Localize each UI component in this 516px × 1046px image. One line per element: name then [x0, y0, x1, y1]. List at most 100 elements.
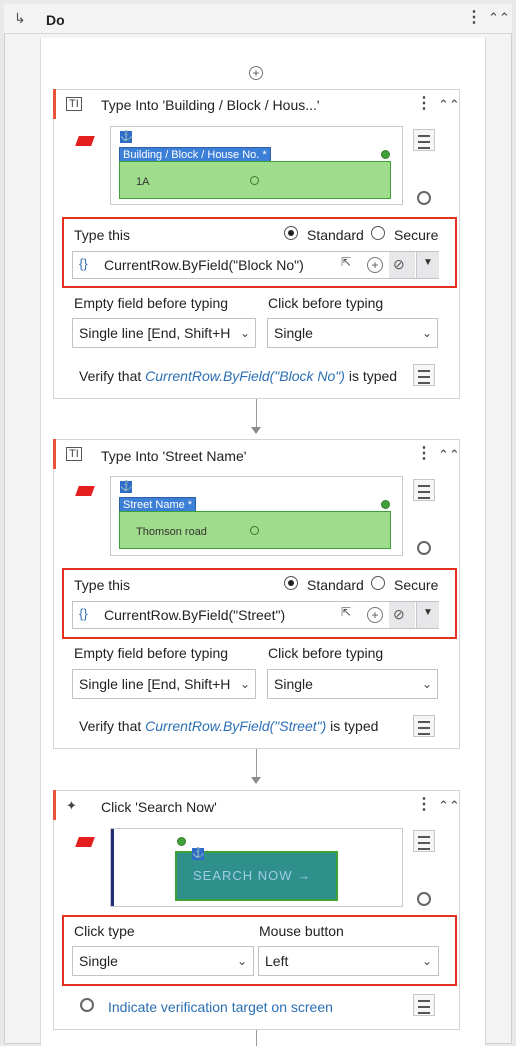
- activity-collapse-icon[interactable]: ⌃⌃: [438, 798, 460, 814]
- empty-field-value: Single line [End, Shift+H: [79, 325, 231, 341]
- activity-more-options-icon[interactable]: ⋮: [416, 446, 432, 462]
- click-activity-icon: ✦: [66, 798, 77, 813]
- anchor-icon: ⚓: [192, 848, 205, 860]
- connector-line: [256, 749, 257, 777]
- activity-accent-bar: [53, 439, 56, 469]
- radio-standard-label: Standard: [307, 227, 364, 243]
- activity-title[interactable]: Click 'Search Now': [101, 799, 217, 815]
- verification-menu-button[interactable]: [413, 994, 435, 1016]
- verify-text: Verify that CurrentRow.ByField("Street")…: [79, 718, 379, 734]
- target-field-value: Thomson road: [136, 526, 207, 538]
- mouse-button-label: Mouse button: [259, 923, 344, 939]
- expression-braces-icon: {}: [79, 606, 88, 621]
- search-now-text: SEARCH NOW →: [193, 868, 312, 883]
- verify-menu-button[interactable]: [413, 715, 435, 737]
- click-before-value: Single: [274, 325, 313, 341]
- radio-secure-label: Secure: [394, 577, 439, 593]
- target-center-icon: [250, 526, 259, 535]
- click-before-select[interactable]: Single: [267, 669, 438, 699]
- activity-collapse-icon[interactable]: ⌃⌃: [438, 447, 460, 463]
- activity-more-options-icon[interactable]: ⋮: [416, 96, 432, 112]
- verify-target-icon[interactable]: [417, 541, 431, 555]
- do-block-label: Do: [46, 12, 65, 28]
- empty-field-label: Empty field before typing: [74, 295, 229, 311]
- verify-expression-link[interactable]: CurrentRow.ByField("Street"): [145, 718, 326, 734]
- activity-title[interactable]: Type Into 'Street Name': [101, 448, 246, 464]
- expand-editor-icon[interactable]: ⇱: [341, 605, 351, 619]
- verify-menu-button[interactable]: [413, 364, 435, 386]
- type-this-expression: CurrentRow.ByField("Block No"): [104, 257, 304, 273]
- activity-accent-bar: [53, 790, 56, 820]
- eye-slash-icon: ⊘: [393, 256, 405, 272]
- indicate-verification-link[interactable]: Indicate verification target on screen: [108, 999, 333, 1015]
- type-this-label: Type this: [74, 227, 131, 243]
- radio-secure[interactable]: [371, 226, 385, 240]
- target-match-icon: [381, 500, 390, 509]
- target-menu-button[interactable]: [413, 129, 435, 151]
- radio-standard[interactable]: [284, 226, 298, 240]
- chevron-down-icon: ⌄: [422, 954, 433, 968]
- anchor-icon: ⚓: [120, 481, 133, 493]
- radio-standard-label: Standard: [307, 577, 364, 593]
- verify-target-icon[interactable]: [417, 892, 431, 906]
- chevron-down-icon: ⌄: [422, 326, 433, 340]
- connector-line: [256, 1030, 257, 1046]
- dropdown-arrow-icon: ▼: [423, 607, 433, 618]
- type-into-icon: TI: [66, 447, 82, 461]
- add-value-icon[interactable]: +: [367, 607, 383, 623]
- click-before-label: Click before typing: [268, 295, 384, 311]
- empty-field-select[interactable]: Single line [End, Shift+H: [72, 318, 256, 348]
- do-collapse-icon[interactable]: ⌃⌃: [488, 10, 510, 26]
- target-center-icon: [250, 176, 259, 185]
- target-menu-button[interactable]: [413, 479, 435, 501]
- anchor-icon: ⚓: [120, 131, 133, 143]
- target-match-icon: [381, 150, 390, 159]
- activity-collapse-icon[interactable]: ⌃⌃: [438, 97, 460, 113]
- verification-target-icon: [80, 998, 94, 1012]
- chevron-down-icon: ⌄: [240, 677, 251, 691]
- type-this-label: Type this: [74, 577, 131, 593]
- target-menu-button[interactable]: [413, 830, 435, 852]
- target-field-value: 1A: [136, 176, 150, 188]
- chevron-down-icon: ⌄: [240, 326, 251, 340]
- verify-text: Verify that CurrentRow.ByField("Block No…: [79, 368, 398, 384]
- click-before-value: Single: [274, 676, 313, 692]
- connector-line: [256, 399, 257, 427]
- empty-field-label: Empty field before typing: [74, 645, 229, 661]
- click-before-select[interactable]: Single: [267, 318, 438, 348]
- activity-click-search-now[interactable]: [53, 790, 460, 1030]
- chevron-down-icon: ⌄: [237, 954, 248, 968]
- activity-more-options-icon[interactable]: ⋮: [416, 797, 432, 813]
- type-this-expression: CurrentRow.ByField("Street"): [104, 607, 286, 623]
- connector-arrow-icon: [251, 427, 261, 434]
- radio-secure[interactable]: [371, 576, 385, 590]
- add-value-icon[interactable]: +: [367, 257, 383, 273]
- do-block-header[interactable]: [4, 4, 512, 34]
- connector-arrow-icon: [251, 777, 261, 784]
- eye-slash-icon: ⊘: [393, 606, 405, 622]
- empty-field-select[interactable]: Single line [End, Shift+H: [72, 669, 256, 699]
- activity-title[interactable]: Type Into 'Building / Block / Hous...': [101, 97, 320, 113]
- empty-field-value: Single line [End, Shift+H: [79, 676, 231, 692]
- radio-secure-label: Secure: [394, 227, 439, 243]
- mouse-button-value: Left: [265, 953, 289, 969]
- click-type-label: Click type: [74, 923, 135, 939]
- radio-standard[interactable]: [284, 576, 298, 590]
- dropdown-arrow-icon: ▼: [423, 257, 433, 268]
- expand-editor-icon[interactable]: ⇱: [341, 255, 351, 269]
- click-type-value: Single: [79, 953, 118, 969]
- type-into-icon: TI: [66, 97, 82, 111]
- do-branch-icon: ↳: [14, 10, 26, 26]
- click-before-label: Click before typing: [268, 645, 384, 661]
- activity-accent-bar: [53, 89, 56, 119]
- verify-expression-link[interactable]: CurrentRow.ByField("Block No"): [145, 368, 345, 384]
- screenshot-edge: [111, 829, 114, 906]
- click-type-select[interactable]: Single: [72, 946, 254, 976]
- expression-braces-icon: {}: [79, 256, 88, 271]
- add-activity-icon[interactable]: +: [249, 66, 263, 80]
- target-match-icon: [177, 837, 186, 846]
- chevron-down-icon: ⌄: [422, 677, 433, 691]
- mouse-button-select[interactable]: Left: [258, 946, 439, 976]
- do-more-options-icon[interactable]: ⋮: [466, 10, 482, 26]
- verify-target-icon[interactable]: [417, 191, 431, 205]
